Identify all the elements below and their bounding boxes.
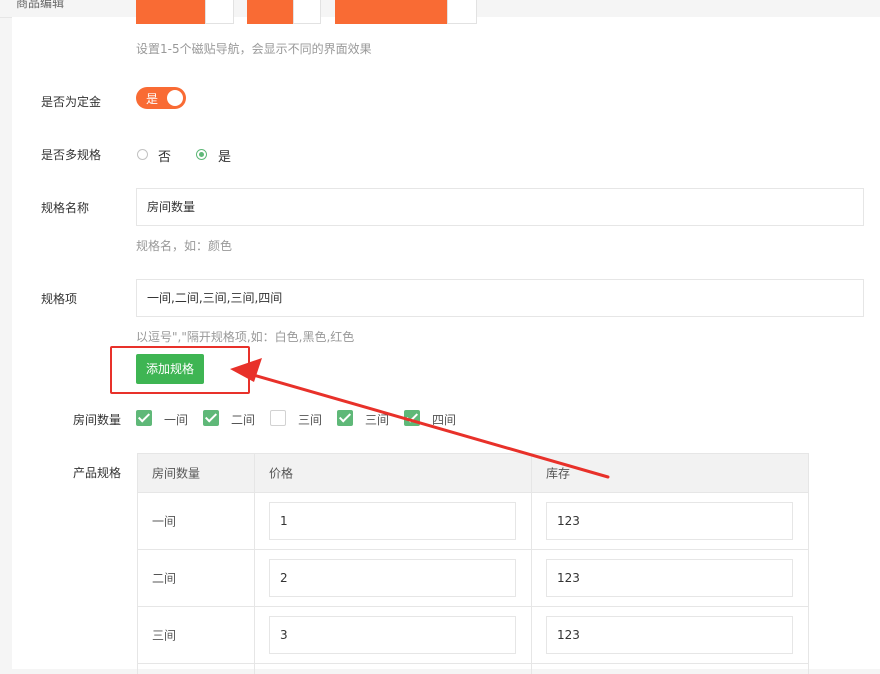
tile-nav-1-suffix[interactable] xyxy=(205,0,234,24)
price-input[interactable]: 1 xyxy=(269,502,516,540)
cell-price: 1 xyxy=(255,493,532,549)
checkbox-2[interactable] xyxy=(203,410,219,426)
toggle-knob-icon xyxy=(167,90,183,106)
deposit-toggle-text: 是 xyxy=(146,92,159,106)
tile-nav-1[interactable] xyxy=(136,0,205,24)
checkbox-5-label[interactable]: 四间 xyxy=(432,411,456,428)
col-header-price-text: 价格 xyxy=(269,466,294,481)
tile-nav-3[interactable] xyxy=(335,0,447,24)
stock-input[interactable]: 123 xyxy=(546,559,793,597)
col-header-stock-text: 库存 xyxy=(546,466,571,481)
cell-name: 三间 xyxy=(138,607,255,663)
deposit-label: 是否为定金 xyxy=(41,95,102,109)
checkbox-3-label[interactable]: 三间 xyxy=(298,411,322,428)
cell-price xyxy=(255,664,532,674)
table-row: 二间 2 123 xyxy=(138,550,809,607)
spec-items-label: 规格项 xyxy=(41,292,78,306)
cell-stock: 123 xyxy=(532,607,809,663)
checkbox-4[interactable] xyxy=(337,410,353,426)
cell-price: 3 xyxy=(255,607,532,663)
stock-input[interactable]: 123 xyxy=(546,502,793,540)
cell-name-text: 一间 xyxy=(152,514,177,529)
cell-name xyxy=(138,664,255,674)
deposit-toggle[interactable]: 是 xyxy=(136,87,186,109)
col-header-name: 房间数量 xyxy=(138,454,255,492)
spec-items-input[interactable]: 一间,二间,三间,三间,四间 xyxy=(136,279,864,317)
checkbox-1[interactable] xyxy=(136,410,152,426)
stock-input[interactable]: 123 xyxy=(546,616,793,654)
table-row: 三间 3 123 xyxy=(138,607,809,664)
product-spec-label: 产品规格 xyxy=(73,466,122,480)
checkbox-5[interactable] xyxy=(404,410,420,426)
table-row: 一间 1 123 xyxy=(138,493,809,550)
radio-yes-label[interactable]: 是 xyxy=(218,146,231,165)
col-header-price: 价格 xyxy=(255,454,532,492)
table-row-partial xyxy=(138,664,809,674)
table-header: 房间数量 价格 库存 xyxy=(138,454,809,493)
spec-name-label: 规格名称 xyxy=(41,201,90,215)
checkbox-4-label[interactable]: 三间 xyxy=(365,411,389,428)
tile-nav-2[interactable] xyxy=(247,0,293,24)
cell-name-text: 二间 xyxy=(152,571,177,586)
cell-name-text: 三间 xyxy=(152,628,177,643)
spec-name-input[interactable]: 房间数量 xyxy=(136,188,864,226)
spec-items-hint: 以逗号","隔开规格项,如：白色,黑色,红色 xyxy=(136,330,355,344)
spec-name-hint: 规格名，如：颜色 xyxy=(136,239,233,253)
tile-nav-3-suffix[interactable] xyxy=(447,0,477,24)
multispec-label: 是否多规格 xyxy=(41,148,102,162)
radio-yes[interactable] xyxy=(196,149,207,160)
spec-check-label: 房间数量 xyxy=(73,413,122,427)
product-spec-table: 房间数量 价格 库存 一间 1 123 二间 2 123 三间 3 123 xyxy=(137,453,809,674)
cell-name: 二间 xyxy=(138,550,255,606)
col-header-stock: 库存 xyxy=(532,454,809,492)
checkbox-1-label[interactable]: 一间 xyxy=(164,411,188,428)
checkbox-2-label[interactable]: 二间 xyxy=(231,411,255,428)
col-header-name-text: 房间数量 xyxy=(152,466,201,481)
price-input[interactable]: 3 xyxy=(269,616,516,654)
cell-stock xyxy=(532,664,809,674)
breadcrumb: 商品编辑 xyxy=(16,0,65,10)
checkbox-3[interactable] xyxy=(270,410,286,426)
tile-nav-2-suffix[interactable] xyxy=(293,0,321,24)
tiles-hint: 设置1-5个磁贴导航，会显示不同的界面效果 xyxy=(136,42,372,56)
cell-name: 一间 xyxy=(138,493,255,549)
radio-no[interactable] xyxy=(137,149,148,160)
annotation-highlight-box xyxy=(110,346,250,394)
cell-price: 2 xyxy=(255,550,532,606)
cell-stock: 123 xyxy=(532,493,809,549)
cell-stock: 123 xyxy=(532,550,809,606)
price-input[interactable]: 2 xyxy=(269,559,516,597)
radio-no-label[interactable]: 否 xyxy=(158,146,171,165)
